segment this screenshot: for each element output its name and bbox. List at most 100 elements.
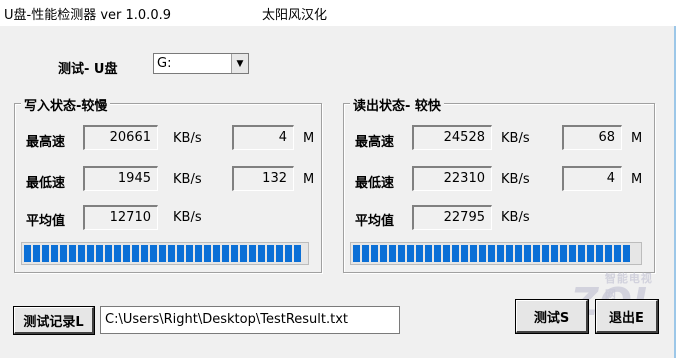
progress-segment <box>506 245 513 262</box>
progress-segment <box>114 245 121 262</box>
write-min-unit: KB/s <box>173 172 202 187</box>
progress-segment <box>186 245 193 262</box>
progress-segment <box>533 245 540 262</box>
progress-segment <box>461 245 468 262</box>
progress-segment <box>87 245 94 262</box>
test-button[interactable]: 测试S <box>515 299 589 334</box>
progress-segment <box>60 245 67 262</box>
progress-segment <box>123 245 130 262</box>
progress-segment <box>231 245 238 262</box>
progress-segment <box>177 245 184 262</box>
progress-segment <box>380 245 387 262</box>
progress-segment <box>479 245 486 262</box>
progress-segment <box>524 245 531 262</box>
progress-segment <box>569 245 576 262</box>
chevron-down-icon[interactable]: ▼ <box>231 54 248 73</box>
progress-segment <box>578 245 585 262</box>
write-min-size: 132 <box>232 166 294 191</box>
progress-segment <box>389 245 396 262</box>
read-group-title: 读出状态- 较快 <box>350 95 444 114</box>
progress-segment <box>371 245 378 262</box>
progress-segment <box>195 245 202 262</box>
read-avg-unit: KB/s <box>501 210 530 225</box>
write-max-size: 4 <box>232 125 294 150</box>
test-log-button[interactable]: 测试记录L <box>13 306 95 335</box>
read-min-size-unit: M <box>631 172 643 187</box>
write-max-speed: 20661 <box>83 125 158 150</box>
read-avg-label: 平均值 <box>355 214 395 229</box>
progress-segment <box>425 245 432 262</box>
progress-segment <box>159 245 166 262</box>
progress-segment <box>168 245 175 262</box>
write-group-title: 写入状态-较慢 <box>21 95 111 114</box>
read-max-label: 最高速 <box>355 135 395 150</box>
progress-segment <box>542 245 549 262</box>
progress-segment <box>267 245 274 262</box>
progress-segment <box>407 245 414 262</box>
read-min-size: 4 <box>562 166 622 191</box>
progress-segment <box>623 245 630 262</box>
progress-segment <box>96 245 103 262</box>
read-min-speed: 22310 <box>412 166 492 191</box>
read-max-unit: KB/s <box>501 131 530 146</box>
progress-segment <box>605 245 612 262</box>
read-avg-speed: 22795 <box>412 205 492 230</box>
write-max-label: 最高速 <box>26 135 66 150</box>
window-title: U盘-性能检测器 ver 1.0.0.9 <box>4 8 171 23</box>
read-min-label: 最低速 <box>355 176 395 191</box>
progress-segment <box>560 245 567 262</box>
read-max-speed: 24528 <box>412 125 492 150</box>
progress-segment <box>443 245 450 262</box>
progress-segment <box>452 245 459 262</box>
progress-segment <box>69 245 76 262</box>
progress-segment <box>434 245 441 262</box>
progress-segment <box>51 245 58 262</box>
progress-segment <box>258 245 265 262</box>
write-min-label: 最低速 <box>26 176 66 191</box>
translator-credit: 太阳风汉化 <box>262 8 328 23</box>
progress-segment <box>362 245 369 262</box>
progress-segment <box>596 245 603 262</box>
progress-segment <box>42 245 49 262</box>
write-avg-label: 平均值 <box>26 214 66 229</box>
progress-segment <box>204 245 211 262</box>
progress-segment <box>497 245 504 262</box>
title-bar: U盘-性能检测器 ver 1.0.0.9 太阳风汉化 <box>0 0 676 26</box>
progress-segment <box>213 245 220 262</box>
drive-select-value: G: <box>157 56 172 71</box>
write-max-unit: KB/s <box>173 131 202 146</box>
write-progress-bar <box>21 242 309 265</box>
progress-segment <box>353 245 360 262</box>
progress-segment <box>132 245 139 262</box>
write-min-size-unit: M <box>303 172 315 187</box>
read-max-size-unit: M <box>631 131 643 146</box>
progress-segment <box>614 245 621 262</box>
progress-segment <box>398 245 405 262</box>
progress-segment <box>240 245 247 262</box>
write-min-speed: 1945 <box>83 166 158 191</box>
progress-segment <box>24 245 31 262</box>
progress-segment <box>470 245 477 262</box>
log-path-field[interactable]: C:\Users\Right\Desktop\TestResult.txt <box>100 306 400 334</box>
progress-segment <box>249 245 256 262</box>
drive-select[interactable]: G: ▼ <box>153 53 249 74</box>
read-max-size: 68 <box>562 125 622 150</box>
write-max-size-unit: M <box>303 131 315 146</box>
progress-segment <box>78 245 85 262</box>
progress-segment <box>33 245 40 262</box>
progress-segment <box>276 245 283 262</box>
progress-segment <box>105 245 112 262</box>
progress-segment <box>222 245 229 262</box>
read-min-unit: KB/s <box>501 172 530 187</box>
progress-segment <box>294 245 301 262</box>
progress-segment <box>416 245 423 262</box>
read-progress-bar <box>350 242 642 265</box>
write-avg-unit: KB/s <box>173 210 202 225</box>
watermark-subtext: 智能电视网 <box>604 272 653 301</box>
progress-segment <box>551 245 558 262</box>
drive-label: 测试- U盘 <box>58 62 118 77</box>
progress-segment <box>488 245 495 262</box>
write-avg-speed: 12710 <box>83 205 158 230</box>
exit-button[interactable]: 退出E <box>595 299 659 334</box>
progress-segment <box>285 245 292 262</box>
